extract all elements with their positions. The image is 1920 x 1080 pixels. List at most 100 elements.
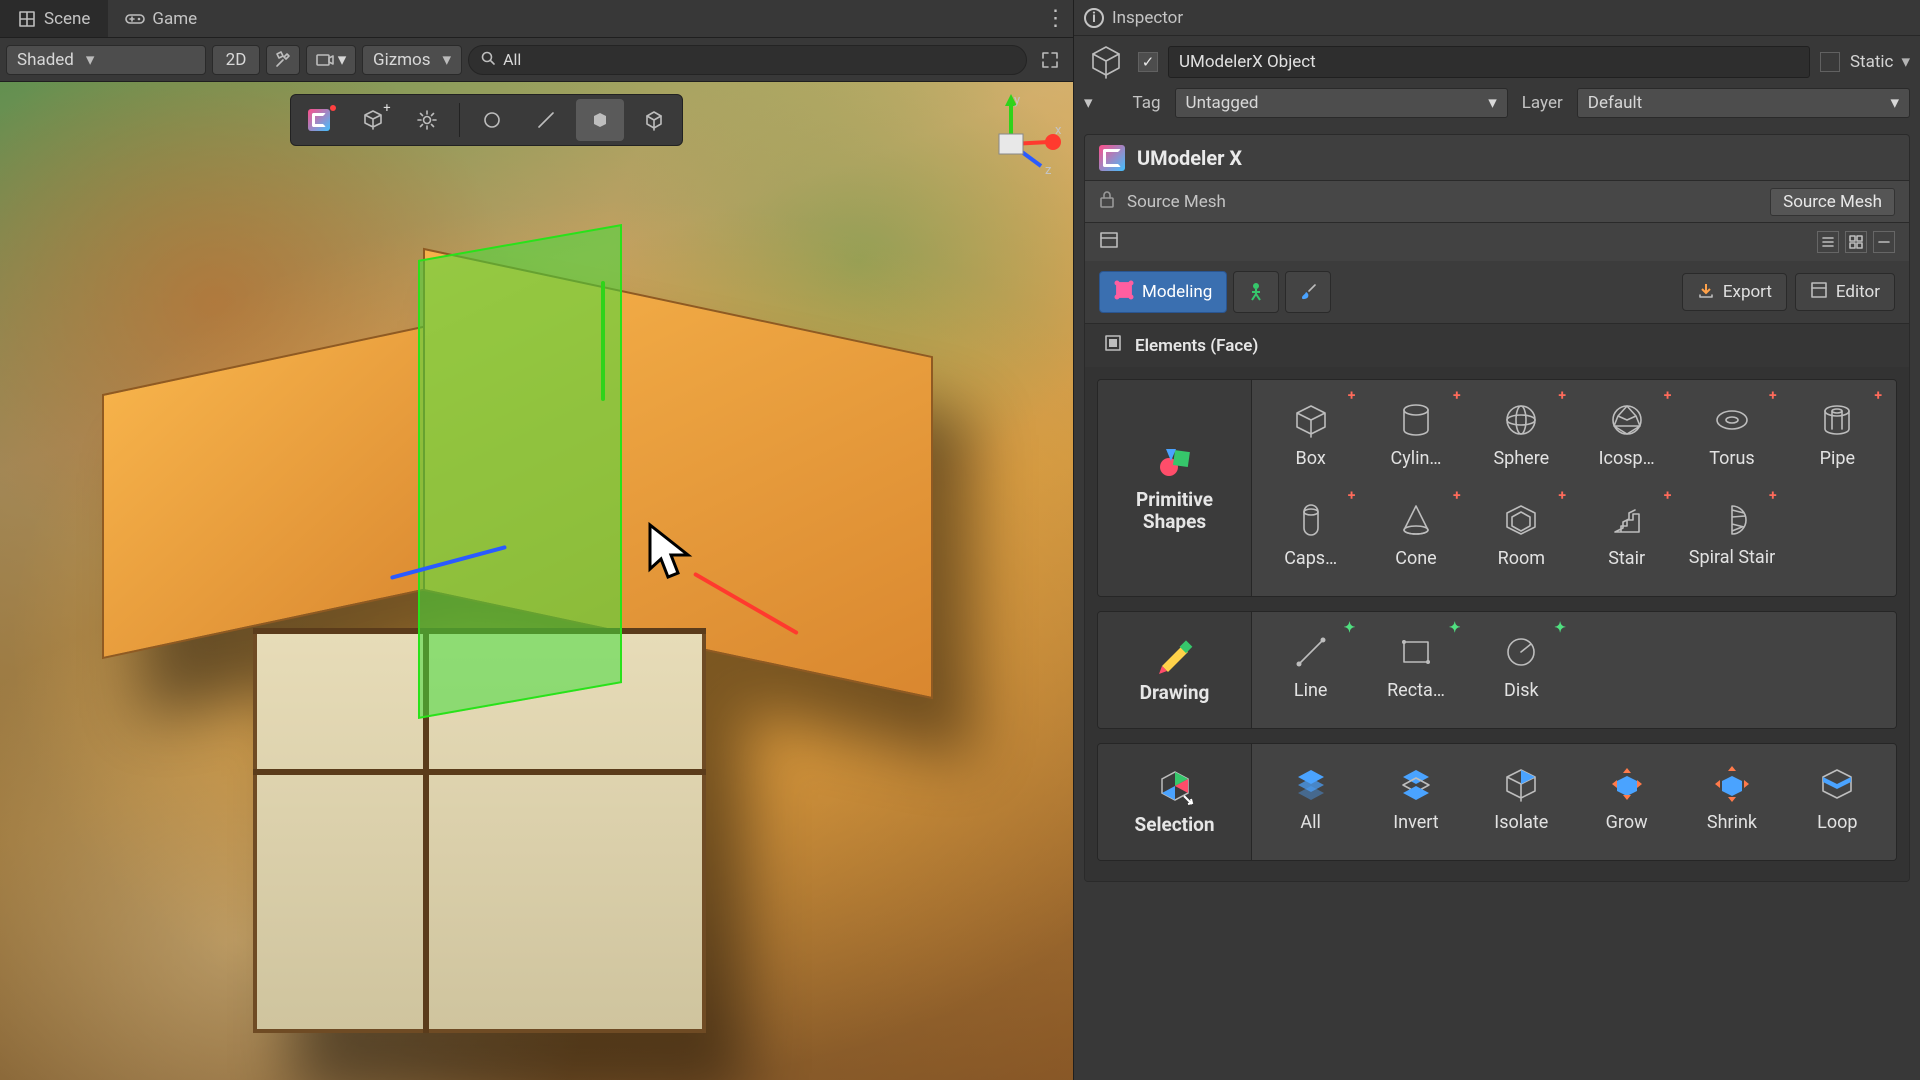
tool-sphere[interactable]: +Sphere [1469,390,1574,486]
tab-scene[interactable]: Scene [0,0,108,37]
editor-button[interactable]: Editor [1795,273,1895,311]
tool-torus-label: Torus [1709,448,1754,469]
chevron-down-icon: ▾ [1901,52,1910,72]
export-icon [1697,281,1715,304]
scene-search-input[interactable] [503,50,1014,69]
tool-stair[interactable]: +Stair [1574,490,1679,586]
tool-loop[interactable]: Loop [1785,754,1890,850]
static-dropdown[interactable]: Static ▾ [1850,52,1910,72]
select-face-button[interactable] [576,99,624,141]
tool-shrink[interactable]: Shrink [1679,754,1784,850]
tool-pipe-label: Pipe [1820,448,1855,469]
source-mesh-label: Source Mesh [1127,192,1758,212]
elements-section-header[interactable]: Elements (Face) [1085,323,1909,367]
tool-grow[interactable]: Grow [1574,754,1679,850]
mode-tab-modeling[interactable]: Modeling [1099,271,1227,313]
tool-torus[interactable]: +Torus [1679,390,1784,486]
scene-viewport[interactable]: y x z + [0,82,1073,1080]
tool-spiral-stair-label: Spiral Stair [1689,548,1775,568]
tool-cone-label: Cone [1395,548,1436,569]
gameobject-name-field[interactable]: UModelerX Object [1168,46,1810,78]
tool-all[interactable]: All [1258,754,1363,850]
plus-icon: ✦ [1554,620,1566,636]
grid-icon [18,10,36,28]
gameobject-icon[interactable] [1084,40,1128,84]
select-grow-icon [1605,762,1649,806]
tool-line[interactable]: ✦Line [1258,622,1363,718]
search-icon [481,50,495,70]
chevron-down-icon: ▾ [1890,93,1899,113]
tool-invert[interactable]: Invert [1363,754,1468,850]
tool-capsule-label: Caps… [1284,548,1337,569]
static-checkbox[interactable] [1820,52,1840,72]
umodeler-logo-button[interactable] [295,99,343,141]
gameobject-type-chevron-icon[interactable]: ▾ [1084,93,1093,113]
gizmos-dropdown[interactable]: Gizmos ▾ [362,45,462,75]
group-primitive-label: Primitive Shapes [1104,489,1245,533]
room-icon [1499,498,1543,542]
plus-icon: + [1664,488,1672,504]
expand-icon[interactable] [1033,45,1067,75]
layer-dropdown[interactable]: Default ▾ [1577,88,1910,118]
mode-tab-paint[interactable] [1285,271,1331,313]
info-icon[interactable]: i [1084,8,1104,28]
layout-compact-icon[interactable] [1873,231,1895,253]
tab-game[interactable]: Game [108,0,215,37]
tool-capsule[interactable]: +Caps… [1258,490,1363,586]
toggle-2d-button[interactable]: 2D [212,45,260,75]
export-button[interactable]: Export [1682,273,1787,311]
modeling-icon [1114,280,1134,305]
tool-disk[interactable]: ✦Disk [1469,622,1574,718]
layers-panel-icon[interactable] [1099,231,1119,254]
orientation-gizmo[interactable]: y x z [963,94,1059,180]
select-object-button[interactable] [630,99,678,141]
plus-icon: ✦ [1344,620,1356,636]
gameobject-enabled-checkbox[interactable]: ✓ [1138,52,1158,72]
pipe-icon [1815,398,1859,442]
view-tabs: Scene Game ⋮ [0,0,1073,38]
tool-cylinder[interactable]: +Cylin… [1363,390,1468,486]
tool-invert-label: Invert [1393,812,1438,833]
mode-tab-rigging[interactable] [1233,271,1279,313]
gameobject-name-value: UModelerX Object [1179,52,1316,72]
cone-icon [1394,498,1438,542]
mode-actions: Export Editor [1682,273,1895,311]
plus-icon: + [1453,388,1461,404]
tabs-menu-icon[interactable]: ⋮ [1039,6,1073,31]
selected-face-overlay [418,224,622,719]
tool-isolate[interactable]: Isolate [1469,754,1574,850]
tool-room[interactable]: +Room [1469,490,1574,586]
tool-icosphere[interactable]: +Icosp… [1574,390,1679,486]
select-all-icon [1289,762,1333,806]
scene-search[interactable] [468,45,1027,75]
source-mesh-field[interactable]: Source Mesh [1770,188,1895,216]
camera-dropdown[interactable]: ▾ [306,45,356,75]
tool-spiral-stair[interactable]: +Spiral Stair [1679,490,1784,586]
tool-cone[interactable]: +Cone [1363,490,1468,586]
tool-box[interactable]: +Box [1258,390,1363,486]
layout-list-icon[interactable] [1817,231,1839,253]
icosphere-icon [1605,398,1649,442]
shading-dropdown[interactable]: Shaded ▾ [6,45,206,75]
elements-face-icon [1103,333,1123,358]
settings-button[interactable] [403,99,451,141]
select-vertex-button[interactable] [468,99,516,141]
gameobject-header: ✓ UModelerX Object Static ▾ [1074,36,1920,88]
tag-dropdown[interactable]: Untagged ▾ [1175,88,1508,118]
chevron-down-icon: ▾ [443,50,452,70]
tool-rectangle[interactable]: ✦Recta… [1363,622,1468,718]
cylinder-icon [1394,398,1438,442]
umodeler-component: UModeler X Source Mesh Source Mesh [1084,134,1910,882]
group-selection-label: Selection [1135,814,1215,836]
layout-grid-icon[interactable] [1845,231,1867,253]
scene-float-toolbar: + [290,94,683,146]
tag-layer-row: ▾ Tag Untagged ▾ Layer Default ▾ [1074,88,1920,128]
add-primitive-button[interactable]: + [349,99,397,141]
select-edge-button[interactable] [522,99,570,141]
scene-tools-icon[interactable] [266,45,300,75]
mouse-cursor-icon [644,521,700,590]
component-header[interactable]: UModeler X [1085,135,1909,181]
tool-pipe[interactable]: +Pipe [1785,390,1890,486]
mode-tabs: Modeling [1099,271,1331,313]
selection-icon [1156,768,1194,806]
